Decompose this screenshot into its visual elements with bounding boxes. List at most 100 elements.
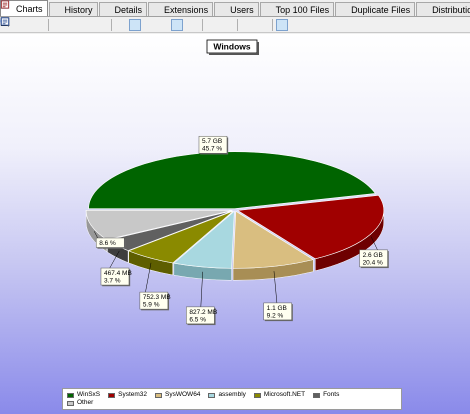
toolbar-separator (111, 18, 112, 31)
tab-details[interactable]: Details (0, 0, 148, 16)
extensions-list-icon (0, 0, 161, 14)
labels-button[interactable] (0, 17, 316, 31)
zoom-in-icon (0, 17, 252, 29)
tab-duplicate-files[interactable]: Duplicate Files (0, 0, 416, 16)
slice-size-label: 467.4 MB (104, 270, 132, 277)
duplicate-files-icon (0, 0, 348, 14)
slice-label-syswow64: 1.1 GB9.2 % (263, 302, 293, 322)
chart-title: Windows (213, 42, 250, 52)
grid-view-button[interactable] (0, 17, 155, 31)
slice-label-microsoft-net: 752.3 MB5.9 % (139, 291, 171, 311)
save-button[interactable] (0, 17, 106, 31)
print-icon (0, 17, 91, 29)
layout-icon (0, 17, 287, 29)
legend-icon (0, 17, 301, 29)
tab-label: Distributions (432, 4, 470, 15)
area-chart-button[interactable] (0, 17, 183, 31)
tab-distributions[interactable]: Distributions (0, 0, 470, 16)
print-button[interactable] (0, 17, 92, 31)
legend-label: WinSxS (77, 391, 101, 398)
export-button[interactable] (0, 17, 29, 31)
email-button[interactable] (0, 17, 78, 31)
legend-item-syswow64[interactable]: SysWOW64 (155, 391, 200, 399)
legend-item-assembly[interactable]: assembly (208, 391, 246, 399)
tab-label: Details (114, 4, 143, 15)
tab-bar: Charts History Details Extensions Users Top 1… (0, 0, 470, 17)
toolbar-separator (48, 18, 49, 31)
legend-button[interactable] (0, 17, 302, 31)
tab-label: Duplicate Files (351, 4, 411, 15)
legend-swatch (208, 392, 216, 398)
chevron-down-icon (1, 20, 231, 29)
slice-percent-label: 5.9 % (143, 302, 160, 309)
tab-label: Top 100 Files (275, 4, 330, 15)
tab-history[interactable]: History (1, 1, 98, 16)
slice-label-system32: 2.6 GB20.4 % (359, 249, 389, 269)
details-view-icon (0, 17, 168, 29)
slice-size-label: 752.3 MB (143, 294, 171, 301)
tab-extensions[interactable]: Extensions (0, 0, 214, 16)
bar-chart-toggle-button[interactable] (1, 18, 197, 31)
legend-item-microsoft-net[interactable]: Microsoft.NET (253, 391, 306, 399)
grid-view-icon (0, 17, 154, 29)
toolbar-separator (202, 18, 203, 31)
list-view-button[interactable] (0, 17, 141, 31)
chart-view-icon (0, 17, 126, 29)
color-picker-button[interactable] (1, 18, 218, 31)
tab-users[interactable]: Users (1, 0, 259, 16)
tab-top-100-files[interactable]: Top 100 Files (0, 0, 335, 16)
slice-percent-label: 8.6 % (99, 240, 116, 247)
bar-chart-toggle-icon (1, 18, 196, 29)
legend-swatch (67, 392, 74, 398)
layout-button[interactable] (0, 17, 288, 31)
users-icon (1, 0, 227, 14)
slice-size-label: 2.6 GB (363, 252, 383, 259)
legend-swatch (67, 400, 74, 406)
save-chart-button[interactable] (0, 17, 43, 31)
toolbar-separator (272, 18, 273, 31)
chart-view-button[interactable] (0, 17, 127, 31)
slice-label-assembly: 827.2 MB6.5 % (186, 306, 217, 326)
zoom-in-button[interactable] (0, 17, 253, 31)
bar-chart-icon (1, 1, 62, 14)
pie-chart: 5.7 GB45.7 % 2.6 GB20.4 % 1.1 GB9.2 % 827.2… (85, 39, 389, 326)
distributions-icon (0, 0, 429, 14)
zoom-out-button[interactable] (0, 17, 267, 31)
legend-item-fonts[interactable]: Fonts (313, 391, 339, 399)
slice-percent-label: 45.7 % (202, 146, 222, 153)
slice-size-label: 5.7 GB (202, 138, 222, 145)
legend-item-system32[interactable]: System32 (108, 391, 147, 399)
tab-label: History (64, 4, 93, 15)
top-files-icon (0, 0, 273, 14)
legend-label: System32 (118, 391, 148, 398)
tab-label: Extensions (164, 4, 209, 15)
slice-label-other: 8.6 % (95, 237, 126, 249)
toolbar-separator (237, 18, 238, 31)
tab-label: Users (230, 4, 254, 15)
chart-toolbar (0, 17, 470, 33)
area-chart-icon (0, 17, 182, 29)
copy-button[interactable] (0, 17, 64, 31)
chart-area: 5.7 GB 45.7 % 2.6 GB 20.4 % 1.1 GB 9.2 % 827.2… (0, 34, 470, 414)
legend-label: Other (77, 399, 94, 406)
legend-label: SysWOW64 (165, 391, 201, 398)
legend-label: Microsoft.NET (263, 391, 306, 398)
details-view-button[interactable] (0, 17, 169, 31)
email-icon (0, 17, 77, 29)
slice-label-winsxs: 5.7 GB45.7 % (198, 135, 229, 155)
list-view-icon (0, 17, 140, 29)
color-picker-icon (1, 18, 217, 29)
slice-percent-label: 20.4 % (363, 259, 383, 266)
export-icon (0, 17, 28, 29)
tab-label: Charts (16, 3, 43, 14)
copy-icon (0, 17, 63, 29)
save-chart-icon (0, 17, 42, 29)
legend-item-winsxs[interactable]: WinSxS (67, 391, 100, 399)
legend-item-other[interactable]: Other (67, 399, 93, 407)
details-list-icon (0, 0, 112, 14)
zoom-out-icon (0, 17, 266, 29)
chart-legend: WinSxS System32 SysWOW64 assembly Microsoft.… (62, 388, 402, 410)
legend-swatch (108, 392, 116, 398)
slice-size-label: 1.1 GB (267, 305, 287, 312)
chevron-down-button[interactable] (1, 19, 232, 31)
